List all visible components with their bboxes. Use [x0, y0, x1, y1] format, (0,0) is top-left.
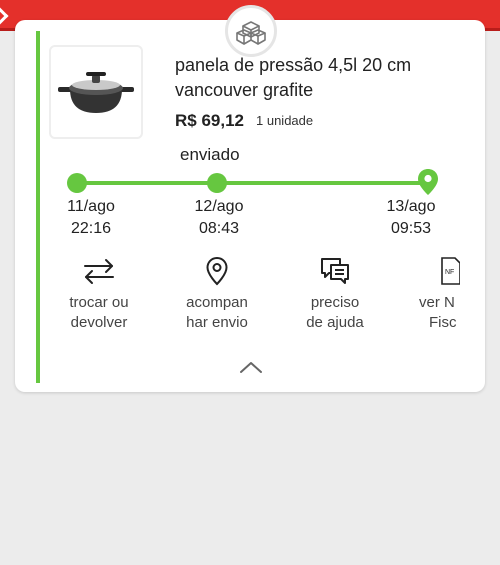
svg-text:NF: NF	[445, 269, 454, 276]
action-label: acompan har envio	[186, 294, 248, 331]
step-1-date: 11/ago	[67, 198, 115, 215]
step-1-time: 22:16	[70, 220, 112, 237]
boxes-icon	[225, 5, 277, 57]
tracking-progress-line	[77, 181, 427, 185]
invoice-nf-icon: NF	[398, 255, 460, 287]
exchange-return-button[interactable]: trocar ou devolver	[44, 255, 154, 333]
location-pin-icon	[162, 255, 272, 287]
product-image[interactable]	[49, 45, 143, 139]
invoice-button[interactable]: NF ver N Fisc	[398, 255, 460, 333]
product-title[interactable]: panela de pressão 4,5l 20 cm vancouver g…	[175, 53, 475, 103]
step-2-time: 08:43	[198, 220, 240, 237]
chevron-up-icon[interactable]	[240, 360, 262, 379]
product-title-line2: vancouver grafite	[175, 80, 314, 100]
chat-icon	[280, 255, 390, 287]
action-label: ver N Fisc	[419, 294, 457, 331]
step-2-date: 12/ago	[194, 198, 244, 215]
help-button[interactable]: preciso de ajuda	[280, 255, 390, 333]
location-pin-icon	[417, 168, 439, 201]
chevron-left-icon[interactable]	[0, 7, 9, 25]
action-label: preciso de ajuda	[306, 294, 364, 331]
product-title-line1: panela de pressão 4,5l 20 cm	[175, 55, 412, 75]
tracking-dot-1	[67, 173, 87, 193]
status-strip	[36, 31, 40, 383]
track-shipment-button[interactable]: acompan har envio	[162, 255, 272, 333]
step-3-date: 13/ago	[386, 198, 436, 215]
product-price: R$ 69,12	[175, 111, 244, 130]
action-label: trocar ou devolver	[69, 294, 129, 331]
product-quantity: 1 unidade	[256, 113, 314, 128]
step-3-time: 09:53	[390, 220, 432, 237]
shipping-status: enviado	[180, 145, 240, 164]
tracking-dot-2	[207, 173, 227, 193]
swap-arrows-icon	[44, 255, 154, 287]
